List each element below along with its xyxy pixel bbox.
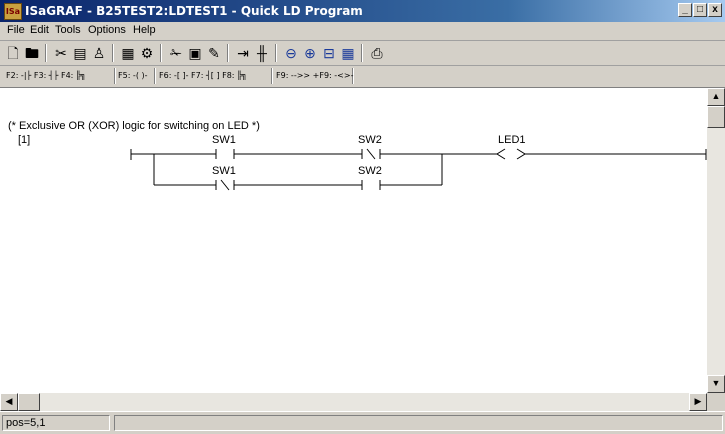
ladder-diagram [130, 148, 707, 191]
scrollbar-corner [707, 393, 725, 411]
function-key-bar: F2: -|├ F3: ┤├ F4: ╠╗ F5: -( )- F6: -[ ]… [0, 66, 725, 88]
minimize-button[interactable]: _ [678, 3, 692, 17]
toolbar: 🗋 🖿 ✂ ▤ ♙ ▦ ⚙ ✁ ▣ ✎ ⇥ ╫ ⊖ ⊕ ⊟ ▦ ⎙ [0, 41, 725, 66]
menu-help[interactable]: Help [133, 24, 156, 36]
coil-led1 [496, 148, 526, 160]
print-icon[interactable]: ⎙ [368, 44, 386, 62]
menu-options[interactable]: Options [88, 24, 126, 36]
menu-tools[interactable]: Tools [55, 24, 81, 36]
scroll-up-icon[interactable]: ▲ [707, 88, 725, 106]
toolbar-separator [361, 44, 363, 62]
horizontal-scrollbar[interactable]: ◀ ▶ [0, 393, 707, 411]
brush-icon[interactable]: ✎ [205, 44, 223, 62]
fit-icon[interactable]: ⊟ [320, 44, 338, 62]
status-position: pos=5,1 [2, 415, 110, 431]
menu-edit[interactable]: Edit [30, 24, 49, 36]
contact-sw1-nc [215, 179, 235, 191]
ladder-editor[interactable]: (* Exclusive OR (XOR) logic for switchin… [0, 88, 707, 393]
status-message [114, 415, 723, 431]
toolbar-separator [227, 44, 229, 62]
toolbar-separator [45, 44, 47, 62]
paste-icon[interactable]: ♙ [90, 44, 108, 62]
copy-icon[interactable]: ▤ [71, 44, 89, 62]
toolbar-separator [160, 44, 162, 62]
close-button[interactable]: x [708, 3, 722, 17]
zoom-in-icon[interactable]: ⊕ [301, 44, 319, 62]
contact-sw2-no [361, 180, 381, 190]
connect-icon[interactable]: ⚙ [138, 44, 156, 62]
contact-sw1-no [215, 149, 235, 159]
cut-icon[interactable]: ✂ [52, 44, 70, 62]
scissors-icon[interactable]: ✁ [167, 44, 185, 62]
grid-icon[interactable]: ▦ [339, 44, 357, 62]
vertical-scrollbar[interactable]: ▲ ▼ [707, 88, 725, 393]
clipboard-icon[interactable]: ▣ [186, 44, 204, 62]
variables-icon[interactable]: ▦ [119, 44, 137, 62]
maximize-button[interactable]: □ [693, 3, 707, 17]
open-folder-icon[interactable]: 🖿 [23, 44, 41, 62]
fkey-blocks[interactable]: F6: -[ ]- F7: ┤[ ] F8: ╠╗ [155, 68, 272, 84]
parallel-icon[interactable]: ╫ [253, 44, 271, 62]
zoom-out-icon[interactable]: ⊖ [282, 44, 300, 62]
fkey-jump[interactable]: F9: -->> +F9: -<>- [272, 68, 353, 84]
app-icon[interactable]: ISa [4, 3, 22, 20]
contact-sw2-nc [361, 148, 381, 160]
toolbar-separator [112, 44, 114, 62]
title-bar: ISa ISaGRAF - B25TEST2:LDTEST1 - Quick L… [0, 0, 725, 22]
status-bar: pos=5,1 [0, 411, 725, 434]
scroll-left-icon[interactable]: ◀ [0, 393, 18, 411]
fkey-coil[interactable]: F5: -( )- [114, 68, 155, 84]
scroll-down-icon[interactable]: ▼ [707, 375, 725, 393]
scroll-right-icon[interactable]: ▶ [689, 393, 707, 411]
fkey-contacts[interactable]: F2: -|├ F3: ┤├ F4: ╠╗ [2, 68, 115, 84]
menu-file[interactable]: File [7, 24, 25, 36]
new-document-icon[interactable]: 🗋 [4, 44, 22, 62]
window-title: ISaGRAF - B25TEST2:LDTEST1 - Quick LD Pr… [25, 4, 363, 18]
scroll-thumb-vertical[interactable] [707, 106, 725, 128]
scroll-thumb-horizontal[interactable] [18, 393, 40, 411]
menu-bar: File Edit Tools Options Help [0, 22, 725, 41]
toolbar-separator [275, 44, 277, 62]
insert-icon[interactable]: ⇥ [234, 44, 252, 62]
